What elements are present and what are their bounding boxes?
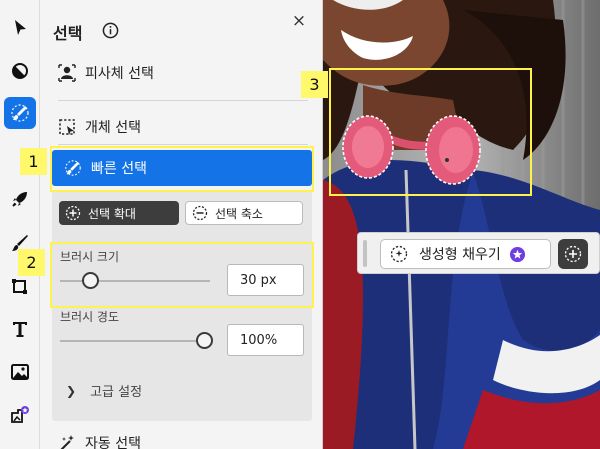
contextual-taskbar: 생성형 채우기: [357, 232, 600, 274]
selection-panel: 선택 × 피사체 선택 개체 선택 빠른 선택 선택 확대 선택 축소 브러시 …: [40, 0, 323, 449]
add-image-tool[interactable]: [4, 399, 36, 431]
tools-toolbar: [0, 0, 40, 449]
adjust-icon: [12, 63, 28, 79]
select-tool[interactable]: [4, 12, 36, 44]
subject-select-item[interactable]: 피사체 선택: [58, 56, 308, 90]
close-icon: ×: [291, 11, 307, 31]
callout-box-2: [50, 242, 314, 308]
select-arrow-icon: [15, 20, 26, 35]
subtract-from-selection-button[interactable]: 선택 축소: [185, 201, 303, 225]
image-tool[interactable]: [4, 356, 36, 388]
generative-fill-button[interactable]: 생성형 채우기: [380, 239, 551, 269]
adjust-tool[interactable]: [4, 55, 36, 87]
crop-icon: [12, 279, 27, 294]
callout-number-2: 2: [18, 249, 45, 276]
callout-number-3: 3: [301, 71, 328, 98]
add-to-selection-button[interactable]: 선택 확대: [59, 201, 179, 225]
drag-handle[interactable]: [363, 240, 367, 267]
brush-hardness-input[interactable]: 100%: [227, 324, 304, 356]
callout-box-1: [50, 146, 314, 192]
advanced-settings-toggle[interactable]: ❯ 고급 설정: [66, 381, 143, 401]
rocket-tool[interactable]: [4, 183, 36, 215]
auto-select-item[interactable]: 자동 선택: [58, 426, 308, 449]
text-icon: [13, 322, 27, 337]
callout-box-3: [329, 68, 532, 196]
object-select-item[interactable]: 개체 선택: [58, 110, 308, 144]
add-image-icon: [11, 406, 29, 423]
quick-select-brush-icon: [11, 104, 29, 122]
auto-select-label: 자동 선택: [85, 436, 141, 449]
subject-icon: [58, 64, 76, 82]
chevron-right-icon: ❯: [66, 383, 77, 398]
divider: [58, 100, 308, 101]
add-circle-icon: [65, 205, 81, 221]
divider: [58, 144, 308, 145]
premium-star-icon: [509, 246, 525, 262]
object-select-label: 개체 선택: [85, 120, 141, 136]
advanced-settings-label: 고급 설정: [90, 385, 143, 400]
panel-title: 선택: [53, 24, 83, 43]
object-select-icon: [59, 119, 75, 135]
more-actions-button[interactable]: [558, 239, 588, 269]
image-icon: [11, 364, 29, 380]
close-button[interactable]: ×: [290, 10, 308, 32]
add-to-selection-label: 선택 확대: [88, 206, 136, 221]
generative-fill-label: 생성형 채우기: [419, 247, 501, 263]
subject-select-label: 피사체 선택: [85, 66, 154, 82]
callout-number-1: 1: [20, 148, 47, 175]
brush-hardness-label: 브러시 경도: [60, 310, 120, 324]
text-tool[interactable]: [4, 313, 36, 345]
brush-hardness-slider[interactable]: [60, 340, 210, 342]
rocket-icon: [12, 192, 27, 207]
generative-fill-icon: [390, 245, 408, 263]
auto-select-icon: [60, 435, 74, 449]
info-icon[interactable]: [102, 22, 119, 39]
subtract-from-selection-label: 선택 축소: [215, 206, 263, 221]
brush-hardness-slider-thumb[interactable]: [195, 332, 213, 349]
quick-select-tool[interactable]: [4, 97, 36, 129]
plus-icon: [564, 245, 582, 263]
subtract-circle-icon: [192, 205, 208, 221]
